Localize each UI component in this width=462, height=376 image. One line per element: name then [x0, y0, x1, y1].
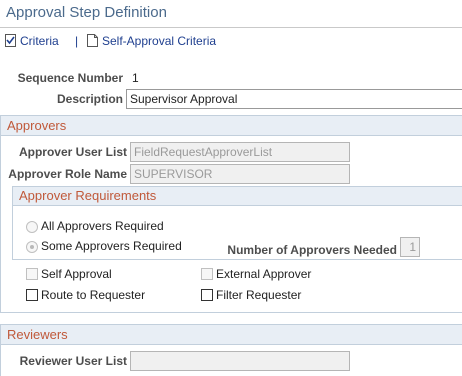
toolbar-divider [0, 27, 462, 28]
description-input[interactable]: Supervisor Approval [126, 89, 462, 109]
all-approvers-required-radio[interactable] [26, 221, 38, 233]
filter-requester-label: Filter Requester [216, 288, 302, 302]
approver-requirements-heading: Approver Requirements [12, 186, 462, 206]
approvers-heading: Approvers [0, 115, 462, 136]
external-approver-label: External Approver [216, 267, 312, 281]
sequence-number-value: 1 [132, 71, 139, 85]
approver-user-list-label: Approver User List [18, 145, 127, 159]
criteria-link-label[interactable]: Criteria [20, 34, 59, 48]
criteria-icon [5, 34, 16, 47]
description-label: Description [56, 92, 123, 106]
approver-role-name-field: SUPERVISOR [130, 164, 350, 184]
route-to-requester-label: Route to Requester [41, 288, 146, 302]
document-icon [87, 34, 98, 47]
approver-user-list-field: FieldRequestApproverList [130, 142, 350, 162]
self-approval-criteria-link-label[interactable]: Self-Approval Criteria [102, 34, 216, 48]
all-approvers-required-label: All Approvers Required [41, 219, 164, 233]
self-approval-checkbox[interactable] [26, 268, 38, 280]
external-approver-checkbox[interactable] [201, 268, 213, 280]
route-to-requester-checkbox[interactable] [26, 289, 38, 301]
number-of-approvers-needed-field: 1 [400, 237, 420, 257]
page-title: Approval Step Definition [6, 4, 167, 21]
sequence-number-label: Sequence Number [17, 71, 123, 85]
filter-requester-checkbox[interactable] [201, 289, 213, 301]
reviewers-heading: Reviewers [0, 324, 462, 345]
reviewer-user-list-field [130, 351, 350, 371]
self-approval-label: Self Approval [41, 267, 112, 281]
approver-role-name-label: Approver Role Name [8, 167, 127, 181]
reviewer-user-list-label: Reviewer User List [19, 354, 127, 368]
number-of-approvers-needed-label: Number of Approvers Needed [227, 243, 397, 257]
some-approvers-required-label: Some Approvers Required [41, 239, 182, 253]
some-approvers-required-radio[interactable] [26, 241, 38, 253]
toolbar-separator: | [75, 34, 79, 48]
